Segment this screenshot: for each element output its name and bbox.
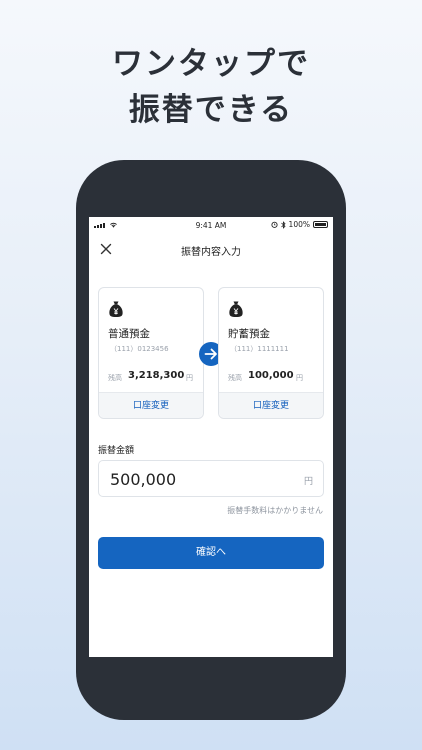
status-right: 100% [270,220,328,229]
account-balance: 3,218,300 [128,370,185,381]
from-account-card: 普通預金 （111）0123456 残高 3,218,300 円 口座変更 [98,287,204,419]
nav-bar: 振替内容入力 [89,235,333,265]
alarm-icon [270,221,278,228]
to-account-card: 貯蓄預金 （111）1111111 残高 100,000 円 口座変更 [218,287,324,419]
balance-label: 残高 [228,374,242,382]
balance-label: 残高 [108,374,122,382]
account-balance: 100,000 [248,370,294,381]
bluetooth-icon [280,220,286,229]
change-from-account-button[interactable]: 口座変更 [99,392,203,418]
account-name: 貯蓄預金 [228,328,270,340]
headline-line-1: ワンタップで [112,46,310,82]
headline-line-2: 振替できる [128,92,294,128]
page-title: 振替内容入力 [181,247,241,258]
money-bag-icon [229,301,243,317]
battery-percent: 100% [288,220,310,229]
confirm-button[interactable]: 確認へ [98,537,324,569]
amount-unit: 円 [303,477,313,487]
status-bar: 9:41 AM 100% [89,217,333,235]
account-name: 普通預金 [108,328,150,340]
amount-input[interactable]: 500,000 円 [98,460,324,497]
amount-value: 500,000 [110,470,177,489]
account-number: （111）0123456 [110,345,169,353]
account-number: （111）1111111 [230,345,289,353]
balance-unit: 円 [186,374,193,382]
battery-icon [313,221,328,228]
phone-screen: 9:41 AM 100% 振替内容入力 普通預金 （111）0123456 残高 [89,217,333,657]
fee-note: 振替手数料はかかりません [227,506,323,515]
amount-label: 振替金額 [98,446,135,456]
balance-unit: 円 [296,374,303,382]
money-bag-icon [109,301,123,317]
change-to-account-button[interactable]: 口座変更 [219,392,323,418]
